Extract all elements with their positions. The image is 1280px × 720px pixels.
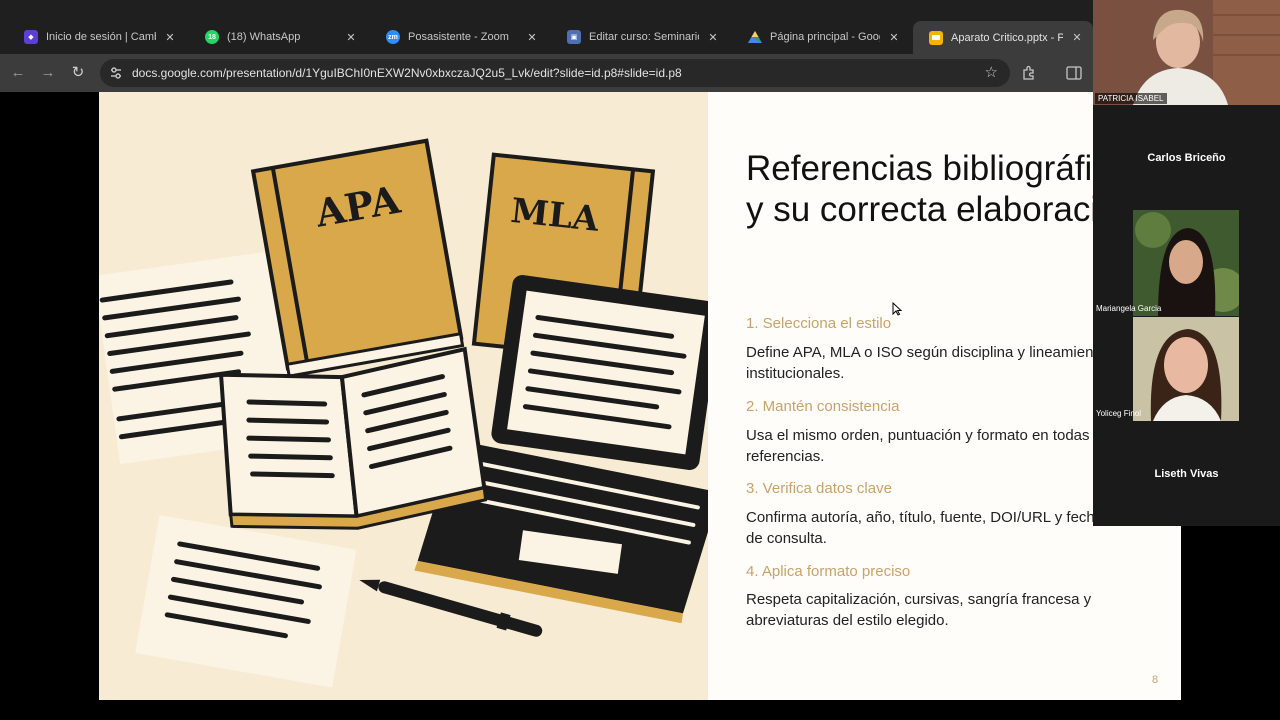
tab-label: Editar curso: Seminario I. Pr xyxy=(589,31,699,43)
tab-label: Posasistente - Zoom xyxy=(408,31,509,43)
moodle-icon: ▣ xyxy=(567,30,581,44)
participant-video-tile[interactable] xyxy=(1133,317,1239,421)
slide-illustration: APA MLA xyxy=(99,92,721,700)
tab-moodle[interactable]: ▣ Editar curso: Seminario I. Pr ✕ xyxy=(551,23,729,51)
back-icon[interactable]: ← xyxy=(8,63,28,83)
step-1-body: Define APA, MLA o ISO según disciplina y… xyxy=(746,344,1114,382)
url-text: docs.google.com/presentation/d/1YguIBChI… xyxy=(132,66,682,80)
whatsapp-icon: 18 xyxy=(205,30,219,44)
participant-video-icon xyxy=(1133,210,1239,316)
tab-zoom[interactable]: zm Posasistente - Zoom ✕ xyxy=(370,23,548,51)
mouse-cursor-icon xyxy=(892,302,902,316)
participant-name[interactable]: Liseth Vivas xyxy=(1093,468,1280,480)
zoom-icon: zm xyxy=(386,30,400,44)
participant-video-icon xyxy=(1133,317,1239,421)
close-icon[interactable]: ✕ xyxy=(886,31,902,44)
tab-whatsapp[interactable]: 18 (18) WhatsApp ✕ xyxy=(189,23,367,51)
step-4-body: Respeta capitalización, cursivas, sangrí… xyxy=(746,591,1092,629)
participant-video-tile[interactable] xyxy=(1133,210,1239,316)
tab-label: (18) WhatsApp xyxy=(227,31,301,43)
step-3-body: Confirma autoría, año, título, fuente, D… xyxy=(746,509,1111,547)
step-4-heading: 4. Aplica formato preciso xyxy=(746,563,911,580)
zoom-participant-panel: PATRICIA ISABEL Carlos Briceño Mariangel… xyxy=(1093,0,1280,526)
forward-icon[interactable]: → xyxy=(38,63,58,83)
address-bar[interactable]: docs.google.com/presentation/d/1YguIBChI… xyxy=(100,59,1010,87)
site-settings-icon[interactable] xyxy=(109,66,123,80)
close-icon[interactable]: ✕ xyxy=(1069,31,1085,44)
extensions-icon[interactable] xyxy=(1021,65,1037,81)
tab-google-drive[interactable]: Página principal - Google D ✕ xyxy=(732,23,910,51)
step-2-heading: 2. Mantén consistencia xyxy=(746,398,900,415)
screen: ◆ Inicio de sesión | Cambridge ✕ 18 (18)… xyxy=(0,0,1280,720)
browser-toolbar: ← → ↻ docs.google.com/presentation/d/1Yg… xyxy=(0,54,1280,92)
participant-name[interactable]: Carlos Briceño xyxy=(1093,152,1280,164)
presentation-slide: APA MLA Referencias bibliográficas y su … xyxy=(99,92,1181,700)
browser-tab-bar: ◆ Inicio de sesión | Cambridge ✕ 18 (18)… xyxy=(0,0,1280,54)
close-icon[interactable]: ✕ xyxy=(705,31,721,44)
cambridge-icon: ◆ xyxy=(24,30,38,44)
side-panel-icon[interactable] xyxy=(1066,66,1082,80)
participant-name: Yoliceg Finol xyxy=(1096,409,1142,418)
reload-icon[interactable]: ↻ xyxy=(68,63,88,83)
participant-video-tile[interactable]: PATRICIA ISABEL xyxy=(1093,0,1280,105)
step-1-heading: 1. Selecciona el estilo xyxy=(746,315,892,332)
books-laptop-illustration: APA MLA xyxy=(99,138,721,688)
close-icon[interactable]: ✕ xyxy=(524,31,540,44)
tab-google-slides[interactable]: Aparato Critico.pptx - Prese ✕ xyxy=(913,21,1093,54)
participant-video-icon xyxy=(1093,0,1280,105)
google-drive-icon xyxy=(748,30,762,44)
participant-name: Mariangela Garcia xyxy=(1096,304,1162,313)
google-slides-icon xyxy=(929,30,943,45)
slide-page-number: 8 xyxy=(1152,674,1159,686)
close-icon[interactable]: ✕ xyxy=(343,31,359,44)
bookmark-star-icon[interactable]: ☆ xyxy=(985,63,998,81)
close-icon[interactable]: ✕ xyxy=(162,31,178,44)
step-3-heading: 3. Verifica datos clave xyxy=(746,480,892,497)
participant-name: PATRICIA ISABEL xyxy=(1095,93,1167,104)
tab-label: Página principal - Google D xyxy=(770,31,880,43)
step-2-body: Usa el mismo orden, puntuación y formato… xyxy=(746,427,1113,465)
tab-label: Aparato Critico.pptx - Prese xyxy=(951,31,1063,44)
tab-cambridge[interactable]: ◆ Inicio de sesión | Cambridge ✕ xyxy=(8,23,186,51)
tab-label: Inicio de sesión | Cambridge xyxy=(46,31,156,43)
